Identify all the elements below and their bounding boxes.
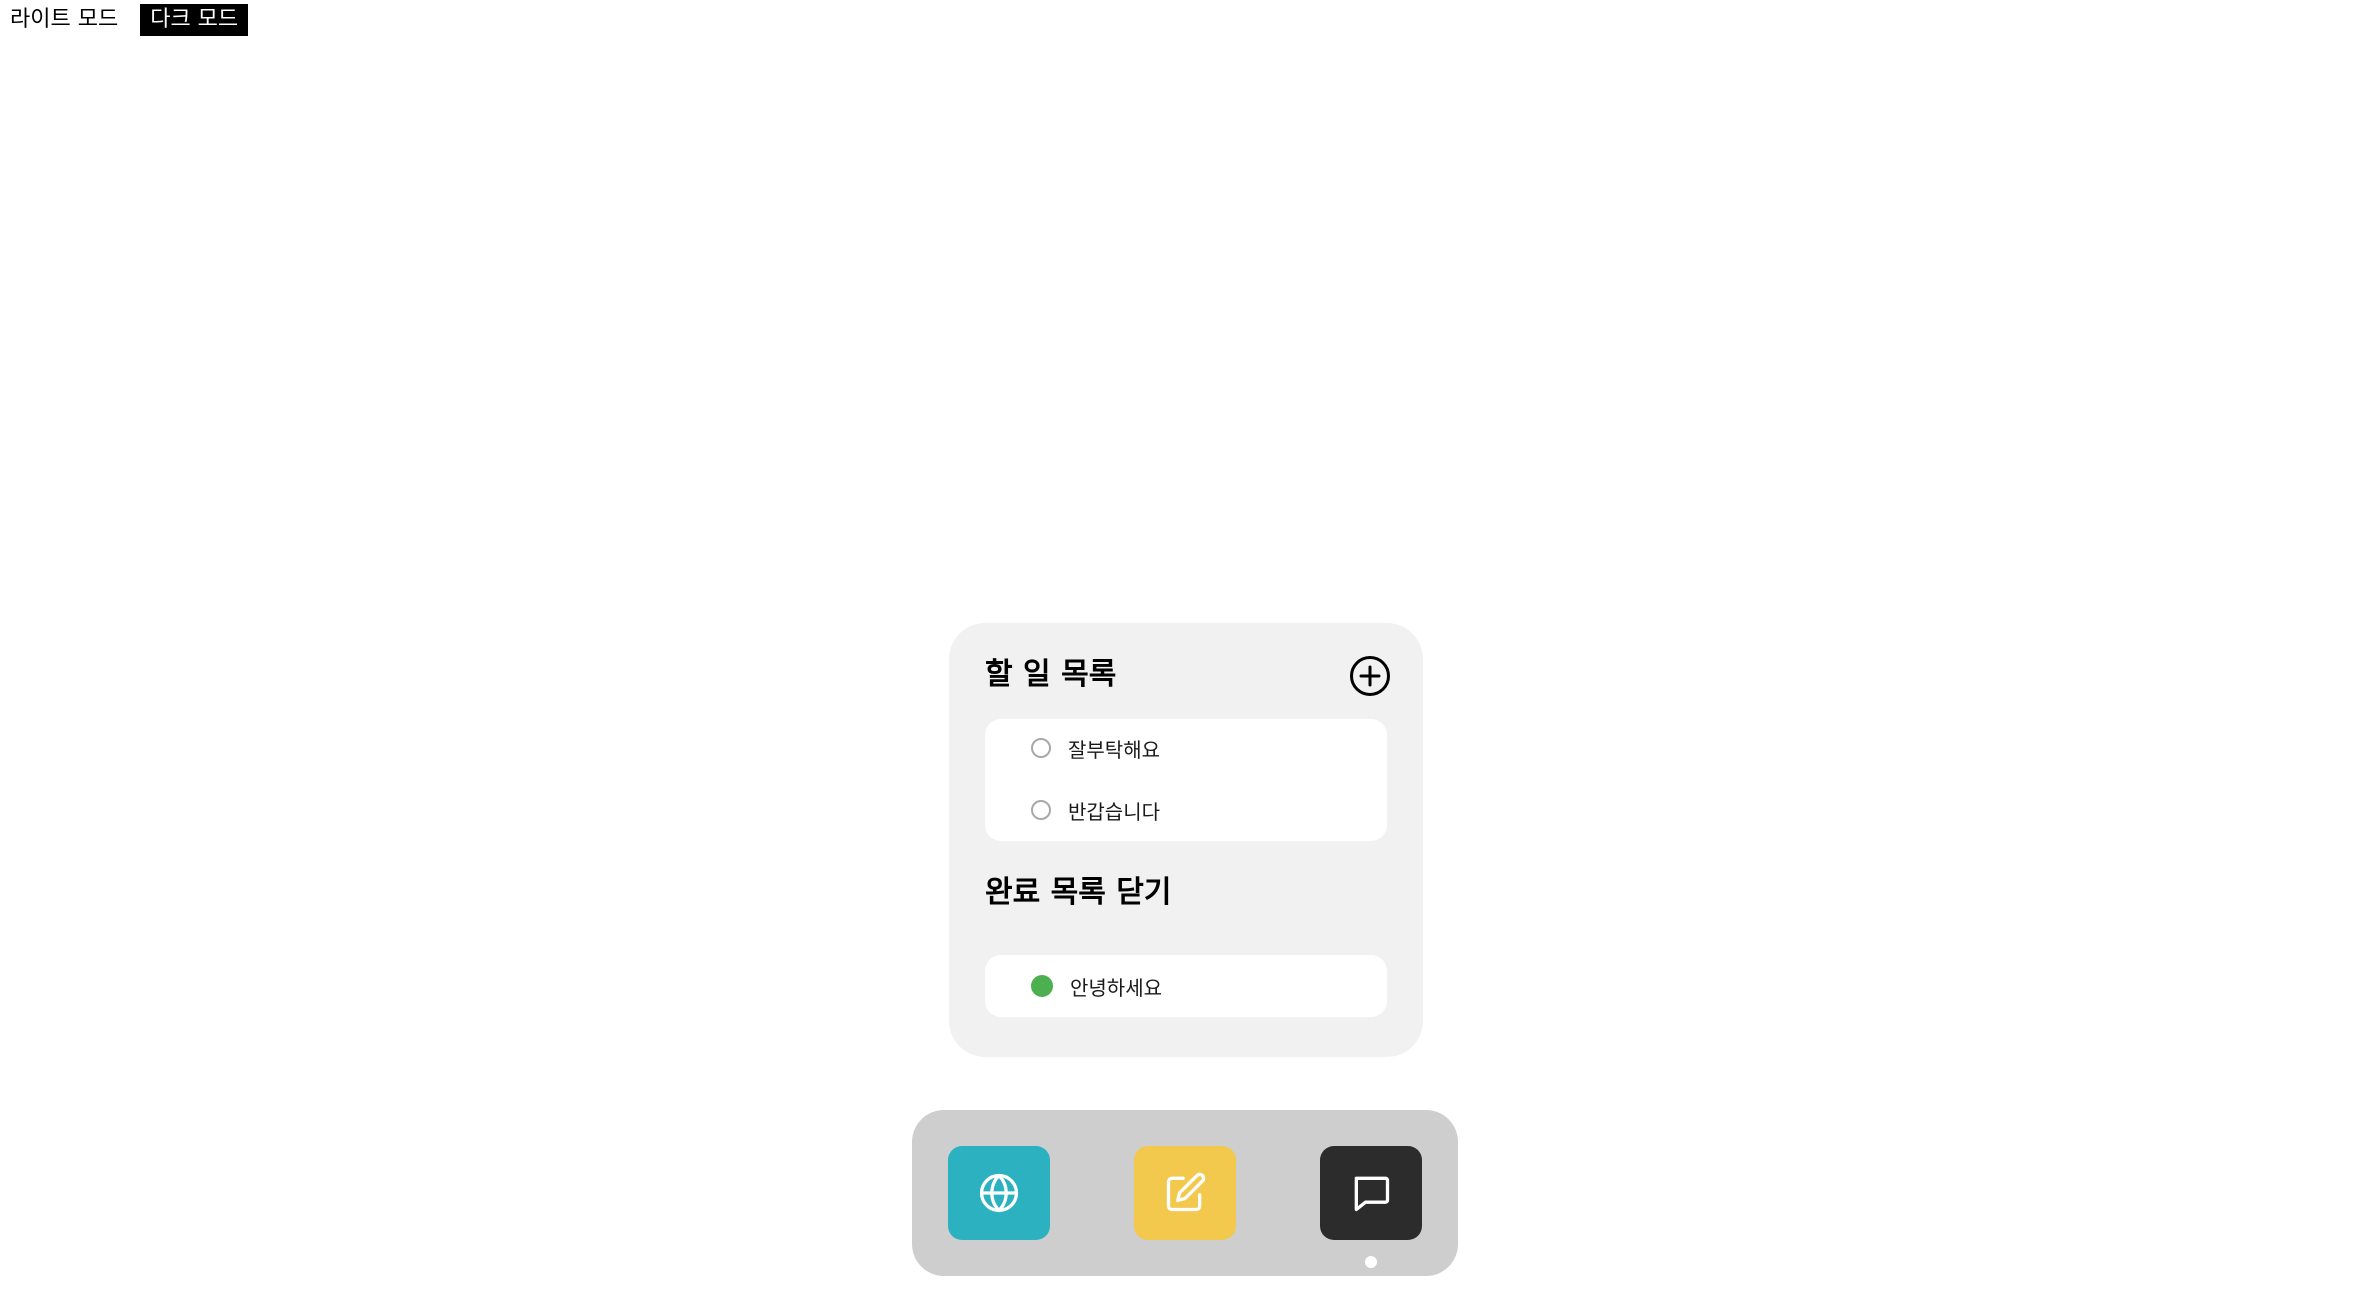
done-items-card: 안녕하세요 <box>985 955 1387 1017</box>
add-todo-button[interactable] <box>1349 655 1391 697</box>
todo-checkbox[interactable] <box>1031 800 1051 820</box>
browser-app-button[interactable] <box>948 1146 1050 1240</box>
chat-app-button[interactable] <box>1320 1146 1422 1240</box>
active-app-indicator <box>1365 1256 1377 1268</box>
todo-checkbox[interactable] <box>1031 738 1051 758</box>
todo-items-card: 잘부탁해요 반갑습니다 <box>985 719 1387 841</box>
notes-app-button[interactable] <box>1134 1146 1236 1240</box>
todo-item-text[interactable]: 반갑습니다 <box>1068 796 1160 825</box>
todo-item: 잘부탁해요 <box>1031 733 1160 763</box>
dark-mode-button[interactable]: 다크 모드 <box>140 4 249 36</box>
mode-toggle-bar: 라이트 모드 다크 모드 <box>8 4 249 36</box>
todo-item: 반갑습니다 <box>1031 795 1160 825</box>
todo-list-title: 할 일 목록 <box>985 657 1117 692</box>
todo-item-text[interactable]: 잘부탁해요 <box>1068 734 1160 763</box>
done-checkbox[interactable] <box>1031 975 1053 997</box>
close-done-list-toggle[interactable]: 완료 목록 닫기 <box>985 875 1172 911</box>
plus-circle-icon <box>1350 656 1390 696</box>
app-dock <box>912 1110 1458 1276</box>
globe-icon <box>979 1173 1019 1213</box>
edit-icon <box>1166 1172 1206 1212</box>
done-item: 안녕하세요 <box>1031 971 1162 1001</box>
light-mode-button[interactable]: 라이트 모드 <box>8 4 129 36</box>
chat-icon <box>1354 1176 1390 1212</box>
done-item-text[interactable]: 안녕하세요 <box>1070 972 1162 1001</box>
todo-widget: 할 일 목록 잘부탁해요 반갑습니다 완료 목록 닫기 안녕하세요 <box>949 623 1423 1057</box>
